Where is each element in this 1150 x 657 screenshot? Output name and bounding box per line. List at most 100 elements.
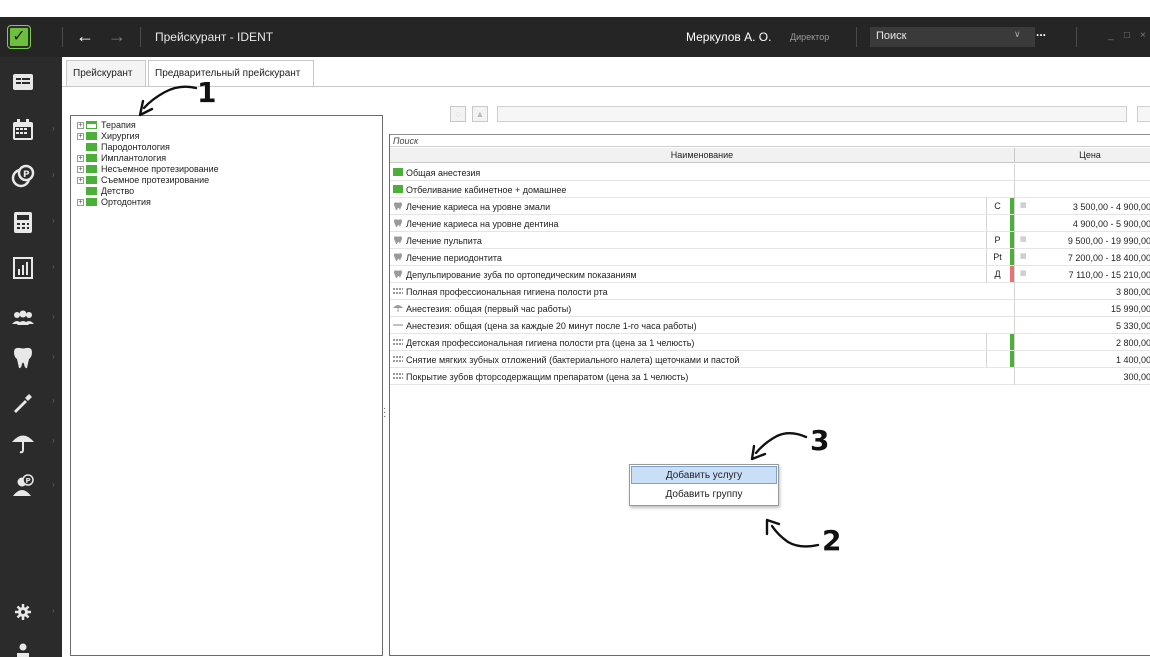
column-divider [1014,317,1015,334]
row-code: Д [986,266,1008,282]
sidebar-item-user[interactable] [0,631,62,657]
tree-item-therapy[interactable]: + Терапия [77,120,136,131]
chevron-right-icon: › [52,396,55,405]
sidebar-item-calculator[interactable]: › [0,203,62,241]
table-row[interactable]: Лечение периодонтита Pt ▦ 7 200,00 - 18 400… [390,249,1150,266]
category-tree[interactable]: + Терапия + Хирургия Пародонтология + Импла… [70,115,383,656]
tab-preliminary-price-list[interactable]: Предварительный прейскурант [148,60,314,86]
expand-icon[interactable]: + [77,177,84,184]
expand-icon[interactable]: + [77,199,84,206]
row-price: 1 400,00 [1115,355,1150,365]
content-area: + Терапия + Хирургия Пародонтология + Импла… [62,86,1150,657]
reports-icon [13,257,33,279]
table-row[interactable]: Лечение кариеса на уровне эмали С ▦ 3 500,0… [390,198,1150,215]
expand-icon[interactable]: + [77,155,84,162]
annotation-label-2: 2 [822,524,842,557]
table-row[interactable]: Отбеливание кабинетное + домашнее [390,181,1150,198]
minimize-icon[interactable]: _ [1108,30,1114,41]
admin-icon: P [13,474,34,496]
sidebar-item-patients[interactable]: › [0,299,62,337]
add-service-menu-item[interactable]: Добавить услугу [631,466,777,484]
folder-icon [86,187,97,195]
tree-item-removable-prosthetics[interactable]: + Съемное протезирование [77,175,209,186]
upload-icon[interactable]: ▲ [472,106,488,122]
column-header-name[interactable]: Наименование [390,150,1014,160]
table-row[interactable]: Лечение пульпита Р ▦ 9 500,00 - 19 990,00 [390,232,1150,249]
tooth-chart-icon: ▦ [1020,236,1027,243]
tree-item-surgery[interactable]: + Хирургия [77,131,140,142]
column-divider [1014,232,1015,249]
tree-item-label: Детство [101,186,135,196]
sidebar-item-reports[interactable]: › [0,249,62,287]
annotation-label-3: 3 [810,424,830,457]
user-name[interactable]: Меркулов А. О. [686,30,771,44]
column-divider [1014,351,1015,368]
sidebar-item-admin[interactable]: P › [0,467,62,505]
sidebar-item-calendar[interactable]: › [0,111,62,149]
app-logo-icon[interactable]: ✓ [7,25,31,49]
refresh-icon[interactable]: ◌ [450,106,466,122]
table-row[interactable]: Лечение кариеса на уровне дентина 4 900,0… [390,215,1150,232]
folder-open-icon [86,121,97,129]
search-dropdown-chevron-icon[interactable]: ∨ [1014,29,1021,40]
tree-item-periodontology[interactable]: Пародонтология [77,142,170,153]
table-row[interactable]: Полная профессиональная гигиена полости … [390,283,1150,300]
svg-text:P: P [23,170,30,180]
chevron-right-icon: › [52,352,55,361]
tools-icon [14,394,32,413]
calculator-icon [14,212,32,233]
clear-filter-icon[interactable] [1137,106,1150,122]
list-search-input[interactable]: Поиск [390,134,1150,147]
tree-item-label: Терапия [101,120,136,130]
row-name: Отбеливание кабинетное + домашнее [406,185,567,195]
close-icon[interactable]: × [1140,30,1146,41]
divider [140,27,141,47]
chevron-right-icon: › [52,480,55,489]
forward-arrow-icon[interactable]: → [108,25,126,47]
expand-icon[interactable]: + [77,122,84,129]
tooth-chart-icon: ▦ [1020,270,1027,277]
table-row[interactable]: Депульпирование зуба по ортопедическим п… [390,266,1150,283]
column-divider [1014,283,1015,300]
sidebar-item-registry[interactable] [0,63,62,101]
column-header-price[interactable]: Цена [1015,150,1150,160]
table-row[interactable]: Снятие мягких зубных отложений (бактериа… [390,351,1150,368]
tree-item-orthodontics[interactable]: + Ортодонтия [77,197,151,208]
maximize-icon[interactable]: □ [1124,30,1130,41]
tab-price-list[interactable]: Прейскурант [66,60,146,86]
add-group-menu-item[interactable]: Добавить группу [631,486,777,504]
table-row[interactable]: Покрытие зубов фторсодержащим препаратом… [390,368,1150,385]
table-row[interactable]: Общая анестезия [390,164,1150,181]
table-row[interactable]: Анестезия: общая (первый час работы) 15 9… [390,300,1150,317]
tree-item-implantology[interactable]: + Имплантология [77,153,166,164]
table-row[interactable]: Детская профессиональная гигиена полости… [390,334,1150,351]
sidebar-item-dental[interactable]: › [0,339,62,377]
sidebar-item-tools[interactable]: › [0,383,62,421]
tree-item-childhood[interactable]: Детство [77,186,134,197]
expand-icon[interactable]: + [77,133,84,140]
row-code: Р [986,232,1008,248]
app-window: ✓ ← → Прейскурант - IDENT Меркулов А. О.… [0,17,1150,657]
sidebar-item-finance[interactable]: P › [0,157,62,195]
row-code: Pt [986,249,1008,265]
calendar-icon [13,119,33,140]
grid-header: Наименование Цена [390,148,1150,163]
row-price: 5 330,00 [1115,321,1150,331]
row-price: 3 800,00 [1115,287,1150,297]
panel-splitter[interactable]: · · · [383,404,386,422]
tree-item-label: Несъемное протезирование [101,164,219,174]
sidebar-item-insurance[interactable]: › [0,423,62,461]
chevron-right-icon: › [52,312,55,321]
expand-icon[interactable]: + [77,166,84,173]
tree-item-fixed-prosthetics[interactable]: + Несъемное протезирование [77,164,219,175]
finance-icon: P [11,164,35,188]
global-search-input[interactable]: Поиск [870,27,1035,47]
title-bar: ✓ ← → Прейскурант - IDENT Меркулов А. О.… [0,17,1150,57]
table-row[interactable]: Анестезия: общая (цена за каждые 20 мину… [390,317,1150,334]
more-button[interactable]: ... [1036,25,1046,39]
user-icon [17,643,29,657]
sidebar-item-settings[interactable]: › [0,593,62,631]
back-arrow-icon[interactable]: ← [76,25,94,47]
filter-bar[interactable] [497,106,1127,122]
tree-item-label: Съемное протезирование [101,175,210,185]
